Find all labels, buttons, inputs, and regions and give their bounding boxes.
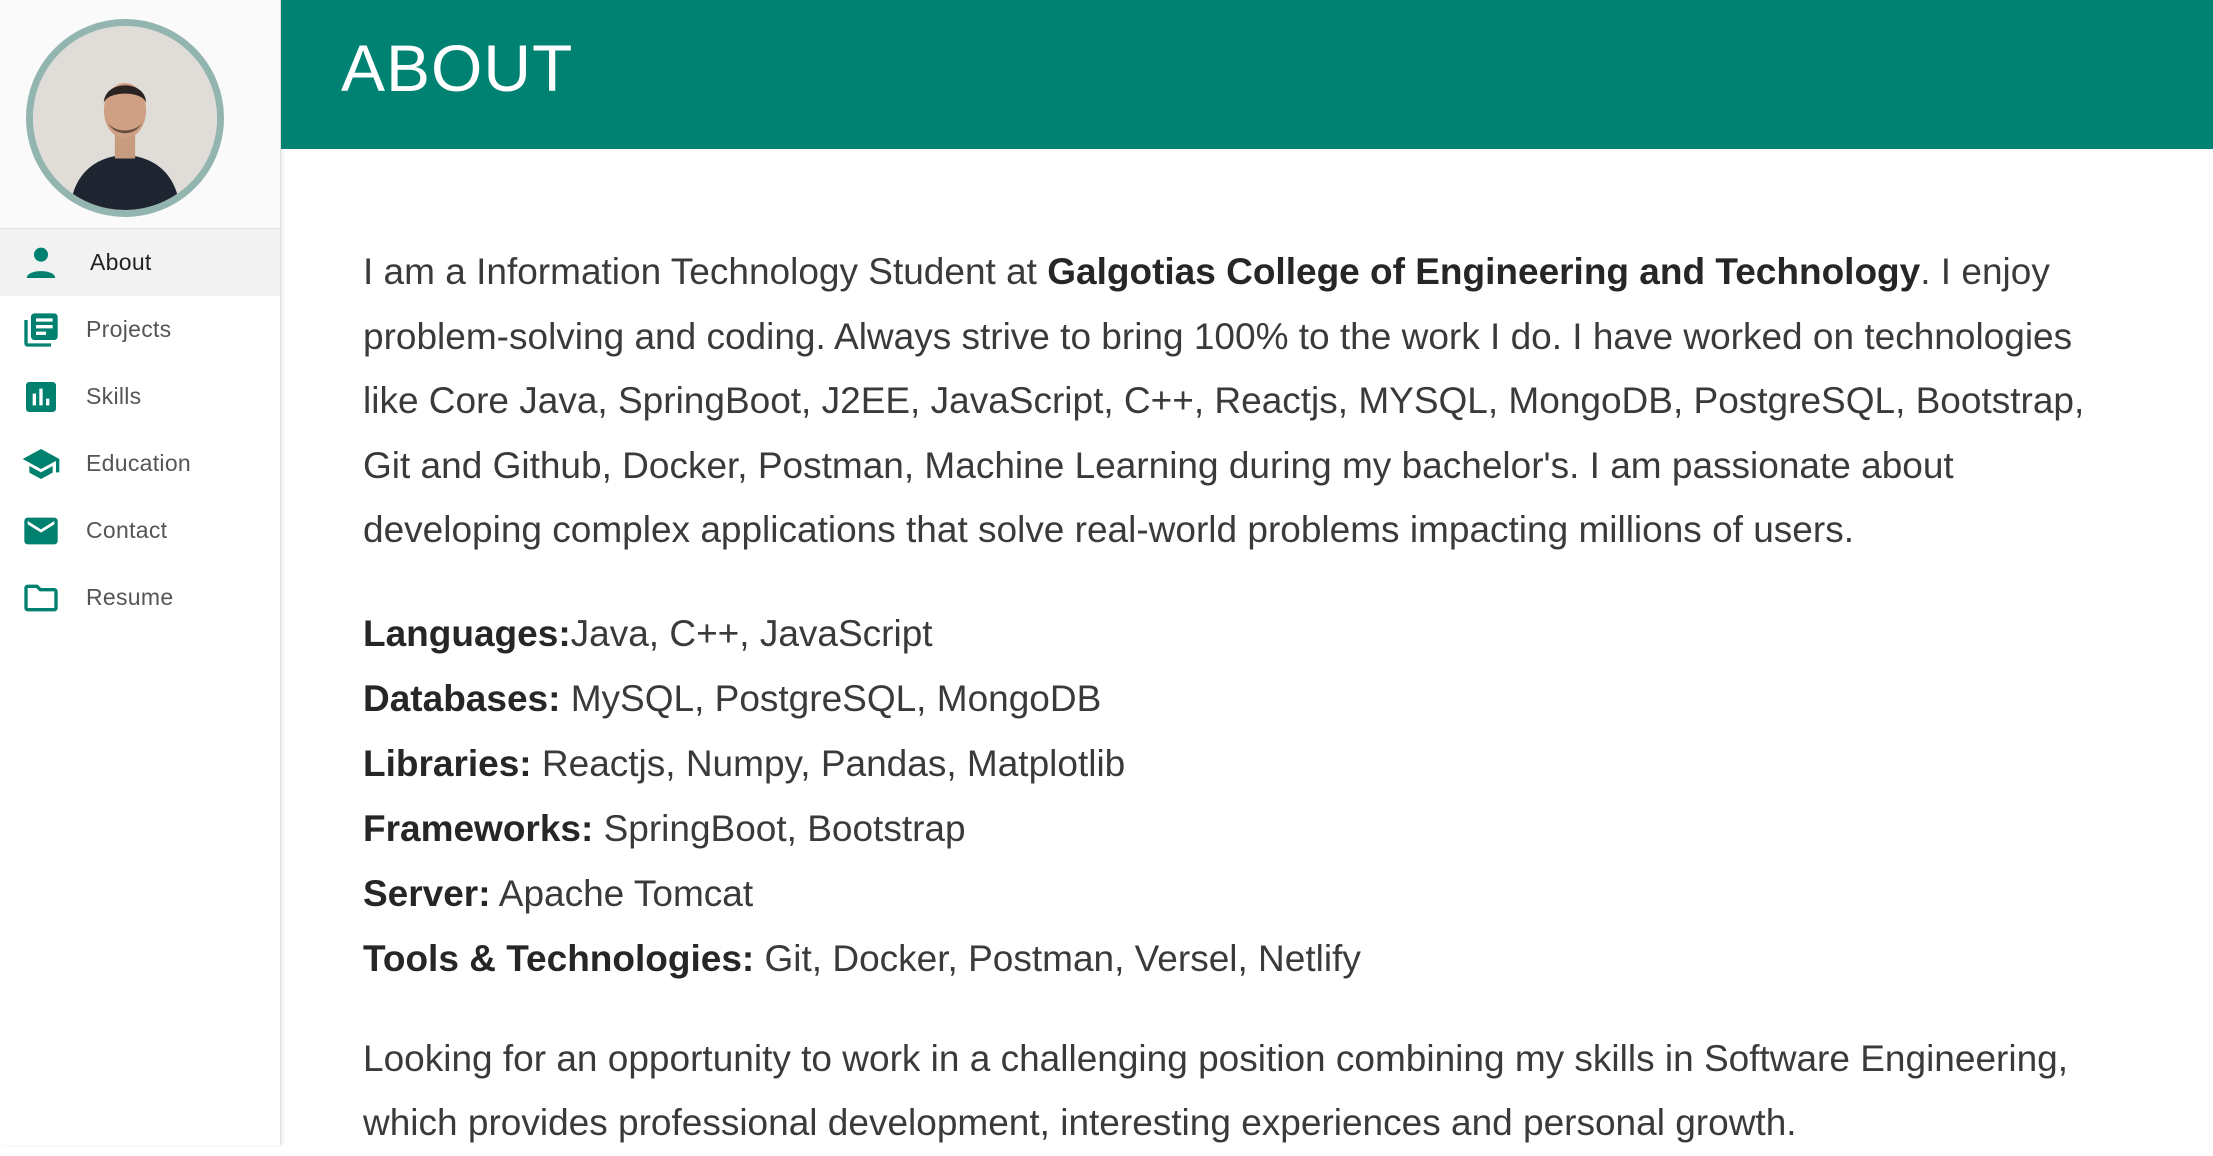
- sidebar-item-contact[interactable]: Contact: [0, 497, 280, 564]
- skill-value: MySQL, PostgreSQL, MongoDB: [560, 677, 1102, 719]
- skill-row-languages: Languages:Java, C++, JavaScript: [363, 601, 2103, 666]
- skill-value: SpringBoot, Bootstrap: [593, 807, 966, 849]
- sidebar-item-skills[interactable]: Skills: [0, 363, 280, 430]
- avatar: [26, 19, 224, 217]
- page-header: ABOUT: [281, 0, 2213, 149]
- skill-row-libraries: Libraries: Reactjs, Numpy, Pandas, Matpl…: [363, 731, 2103, 796]
- intro-suffix: . I enjoy problem-solving and coding. Al…: [363, 251, 2085, 550]
- bar-chart-icon: [20, 376, 62, 418]
- closing-paragraph: Looking for an opportunity to work in a …: [363, 1037, 2068, 1144]
- mail-icon: [20, 510, 62, 552]
- person-icon: [20, 242, 62, 284]
- profile-section: [0, 0, 280, 229]
- skill-key: Frameworks:: [363, 807, 594, 849]
- skills-list: Languages:Java, C++, JavaScript Database…: [363, 601, 2103, 991]
- intro-prefix: I am a Information Technology Student at: [363, 251, 1048, 292]
- skill-value: Java, C++, JavaScript: [570, 612, 933, 654]
- skill-value: Apache Tomcat: [490, 872, 754, 914]
- skill-key: Libraries:: [363, 742, 532, 784]
- sidebar-item-label: Projects: [86, 316, 172, 342]
- college-name: Galgotias College of Engineering and Tec…: [1047, 251, 1921, 292]
- page-title: ABOUT: [341, 31, 574, 105]
- skill-key: Tools & Technologies:: [363, 937, 755, 979]
- skill-key: Databases:: [363, 677, 561, 719]
- skill-row-databases: Databases: MySQL, PostgreSQL, MongoDB: [363, 666, 2103, 731]
- sidebar-item-resume[interactable]: Resume: [0, 564, 280, 631]
- sidebar-item-about[interactable]: About: [0, 229, 280, 296]
- sidebar-item-education[interactable]: Education: [0, 430, 280, 497]
- skill-row-frameworks: Frameworks: SpringBoot, Bootstrap: [363, 796, 2103, 861]
- skill-key: Server:: [363, 872, 491, 914]
- skill-value: Git, Docker, Postman, Versel, Netlify: [754, 937, 1361, 979]
- intro-paragraph: I am a Information Technology Student at…: [363, 240, 2103, 563]
- sidebar-item-projects[interactable]: Projects: [0, 296, 280, 363]
- folder-icon: [20, 577, 62, 619]
- sidebar-item-label: About: [90, 249, 152, 275]
- skill-row-server: Server: Apache Tomcat: [363, 861, 2103, 926]
- profile-photo: [33, 26, 217, 210]
- sidebar-item-label: Education: [86, 450, 191, 476]
- sidebar-item-label: Resume: [86, 584, 174, 610]
- sidebar-nav: About Projects Skills Education Contact: [0, 229, 280, 631]
- skill-row-tools: Tools & Technologies: Git, Docker, Postm…: [363, 926, 2103, 991]
- graduation-cap-icon: [20, 443, 62, 485]
- sidebar-item-label: Skills: [86, 383, 142, 409]
- library-books-icon: [20, 309, 62, 351]
- skill-key: Languages:: [363, 612, 571, 654]
- about-content: I am a Information Technology Student at…: [363, 240, 2103, 1156]
- sidebar: About Projects Skills Education Contact: [0, 0, 281, 1145]
- skill-value: Reactjs, Numpy, Pandas, Matplotlib: [531, 742, 1126, 784]
- sidebar-item-label: Contact: [86, 517, 168, 543]
